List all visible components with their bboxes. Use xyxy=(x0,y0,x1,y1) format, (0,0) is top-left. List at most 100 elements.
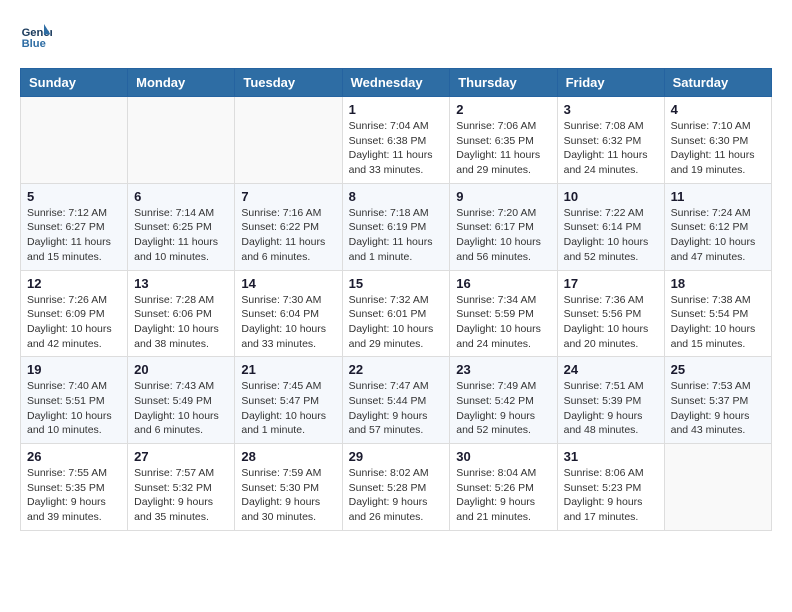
calendar-cell: 11 Sunrise: 7:24 AM Sunset: 6:12 PM Dayli… xyxy=(664,183,771,270)
day-number: 14 xyxy=(241,276,335,291)
day-number: 7 xyxy=(241,189,335,204)
day-info: Sunrise: 7:55 AM Sunset: 5:35 PM Dayligh… xyxy=(27,466,121,525)
day-info: Sunrise: 7:30 AM Sunset: 6:04 PM Dayligh… xyxy=(241,293,335,352)
calendar-cell: 25 Sunrise: 7:53 AM Sunset: 5:37 PM Dayli… xyxy=(664,357,771,444)
svg-text:Blue: Blue xyxy=(22,38,46,50)
day-number: 4 xyxy=(671,102,765,117)
day-info: Sunrise: 7:14 AM Sunset: 6:25 PM Dayligh… xyxy=(134,206,228,265)
day-header-friday: Friday xyxy=(557,69,664,97)
calendar-cell: 27Sunrise: 7:57 AM Sunset: 5:32 PM Dayli… xyxy=(128,444,235,531)
day-info: Sunrise: 7:18 AM Sunset: 6:19 PM Dayligh… xyxy=(349,206,444,265)
day-number: 10 xyxy=(564,189,658,204)
calendar-table: SundayMondayTuesdayWednesdayThursdayFrid… xyxy=(20,68,772,531)
day-info: Sunrise: 7:49 AM Sunset: 5:42 PM Dayligh… xyxy=(456,379,550,438)
day-info: Sunrise: 7:51 AM Sunset: 5:39 PM Dayligh… xyxy=(564,379,658,438)
day-number: 9 xyxy=(456,189,550,204)
day-info: Sunrise: 8:04 AM Sunset: 5:26 PM Dayligh… xyxy=(456,466,550,525)
day-number: 17 xyxy=(564,276,658,291)
day-info: Sunrise: 7:10 AM Sunset: 6:30 PM Dayligh… xyxy=(671,119,765,178)
calendar-cell: 29 Sunrise: 8:02 AM Sunset: 5:28 PM Dayli… xyxy=(342,444,450,531)
day-number: 25 xyxy=(671,362,765,377)
day-header-saturday: Saturday xyxy=(664,69,771,97)
calendar-cell: 8 Sunrise: 7:18 AM Sunset: 6:19 PM Daylig… xyxy=(342,183,450,270)
day-number: 30 xyxy=(456,449,550,464)
calendar-cell: 21 Sunrise: 7:45 AM Sunset: 5:47 PM Dayli… xyxy=(235,357,342,444)
calendar-cell: 24 Sunrise: 7:51 AM Sunset: 5:39 PM Dayli… xyxy=(557,357,664,444)
calendar-cell: 28 Sunrise: 7:59 AM Sunset: 5:30 PM Dayli… xyxy=(235,444,342,531)
day-number: 18 xyxy=(671,276,765,291)
day-info: Sunrise: 7:24 AM Sunset: 6:12 PM Dayligh… xyxy=(671,206,765,265)
day-info: Sunrise: 7:28 AM Sunset: 6:06 PM Dayligh… xyxy=(134,293,228,352)
week-row-4: 19 Sunrise: 7:40 AM Sunset: 5:51 PM Dayli… xyxy=(21,357,772,444)
week-row-5: 26 Sunrise: 7:55 AM Sunset: 5:35 PM Dayli… xyxy=(21,444,772,531)
calendar-cell xyxy=(664,444,771,531)
day-info: Sunrise: 7:47 AM Sunset: 5:44 PM Dayligh… xyxy=(349,379,444,438)
day-number: 3 xyxy=(564,102,658,117)
day-header-sunday: Sunday xyxy=(21,69,128,97)
day-info: Sunrise: 7:22 AM Sunset: 6:14 PM Dayligh… xyxy=(564,206,658,265)
day-info: Sunrise: 7:16 AM Sunset: 6:22 PM Dayligh… xyxy=(241,206,335,265)
day-info: Sunrise: 7:04 AM Sunset: 6:38 PM Dayligh… xyxy=(349,119,444,178)
day-number: 15 xyxy=(349,276,444,291)
calendar-cell: 15 Sunrise: 7:32 AM Sunset: 6:01 PM Dayli… xyxy=(342,270,450,357)
day-number: 2 xyxy=(456,102,550,117)
calendar-cell: 17Sunrise: 7:36 AM Sunset: 5:56 PM Dayli… xyxy=(557,270,664,357)
day-number: 24 xyxy=(564,362,658,377)
day-number: 19 xyxy=(27,362,121,377)
calendar-cell: 7 Sunrise: 7:16 AM Sunset: 6:22 PM Daylig… xyxy=(235,183,342,270)
day-info: Sunrise: 7:53 AM Sunset: 5:37 PM Dayligh… xyxy=(671,379,765,438)
day-info: Sunrise: 7:12 AM Sunset: 6:27 PM Dayligh… xyxy=(27,206,121,265)
day-info: Sunrise: 7:38 AM Sunset: 5:54 PM Dayligh… xyxy=(671,293,765,352)
calendar-cell: 26 Sunrise: 7:55 AM Sunset: 5:35 PM Dayli… xyxy=(21,444,128,531)
day-info: Sunrise: 7:34 AM Sunset: 5:59 PM Dayligh… xyxy=(456,293,550,352)
day-info: Sunrise: 7:06 AM Sunset: 6:35 PM Dayligh… xyxy=(456,119,550,178)
day-info: Sunrise: 7:45 AM Sunset: 5:47 PM Dayligh… xyxy=(241,379,335,438)
calendar-cell xyxy=(128,97,235,184)
calendar-cell: 23 Sunrise: 7:49 AM Sunset: 5:42 PM Dayli… xyxy=(450,357,557,444)
calendar-cell: 20Sunrise: 7:43 AM Sunset: 5:49 PM Dayli… xyxy=(128,357,235,444)
logo: General Blue xyxy=(20,20,56,52)
calendar-cell: 30 Sunrise: 8:04 AM Sunset: 5:26 PM Dayli… xyxy=(450,444,557,531)
calendar-cell: 2 Sunrise: 7:06 AM Sunset: 6:35 PM Daylig… xyxy=(450,97,557,184)
day-header-monday: Monday xyxy=(128,69,235,97)
day-number: 6 xyxy=(134,189,228,204)
day-info: Sunrise: 7:08 AM Sunset: 6:32 PM Dayligh… xyxy=(564,119,658,178)
day-number: 13 xyxy=(134,276,228,291)
day-info: Sunrise: 7:40 AM Sunset: 5:51 PM Dayligh… xyxy=(27,379,121,438)
week-row-3: 12Sunrise: 7:26 AM Sunset: 6:09 PM Dayli… xyxy=(21,270,772,357)
calendar-cell: 19 Sunrise: 7:40 AM Sunset: 5:51 PM Dayli… xyxy=(21,357,128,444)
calendar-cell: 22 Sunrise: 7:47 AM Sunset: 5:44 PM Dayli… xyxy=(342,357,450,444)
calendar-cell: 1Sunrise: 7:04 AM Sunset: 6:38 PM Daylig… xyxy=(342,97,450,184)
day-info: Sunrise: 7:59 AM Sunset: 5:30 PM Dayligh… xyxy=(241,466,335,525)
page-header: General Blue xyxy=(20,20,772,52)
day-number: 11 xyxy=(671,189,765,204)
calendar-cell: 31 Sunrise: 8:06 AM Sunset: 5:23 PM Dayli… xyxy=(557,444,664,531)
day-number: 23 xyxy=(456,362,550,377)
calendar-header-row: SundayMondayTuesdayWednesdayThursdayFrid… xyxy=(21,69,772,97)
day-number: 5 xyxy=(27,189,121,204)
day-info: Sunrise: 7:32 AM Sunset: 6:01 PM Dayligh… xyxy=(349,293,444,352)
calendar-cell xyxy=(235,97,342,184)
calendar-cell: 18 Sunrise: 7:38 AM Sunset: 5:54 PM Dayli… xyxy=(664,270,771,357)
day-number: 16 xyxy=(456,276,550,291)
calendar-cell: 10 Sunrise: 7:22 AM Sunset: 6:14 PM Dayli… xyxy=(557,183,664,270)
day-info: Sunrise: 8:02 AM Sunset: 5:28 PM Dayligh… xyxy=(349,466,444,525)
day-number: 26 xyxy=(27,449,121,464)
day-info: Sunrise: 7:20 AM Sunset: 6:17 PM Dayligh… xyxy=(456,206,550,265)
day-info: Sunrise: 7:43 AM Sunset: 5:49 PM Dayligh… xyxy=(134,379,228,438)
calendar-cell: 9 Sunrise: 7:20 AM Sunset: 6:17 PM Daylig… xyxy=(450,183,557,270)
day-header-wednesday: Wednesday xyxy=(342,69,450,97)
calendar-cell: 12Sunrise: 7:26 AM Sunset: 6:09 PM Dayli… xyxy=(21,270,128,357)
day-number: 29 xyxy=(349,449,444,464)
logo-icon: General Blue xyxy=(20,20,52,52)
day-number: 8 xyxy=(349,189,444,204)
day-number: 28 xyxy=(241,449,335,464)
calendar-cell xyxy=(21,97,128,184)
calendar-cell: 14 Sunrise: 7:30 AM Sunset: 6:04 PM Dayli… xyxy=(235,270,342,357)
day-number: 21 xyxy=(241,362,335,377)
day-number: 31 xyxy=(564,449,658,464)
day-number: 22 xyxy=(349,362,444,377)
calendar-cell: 16 Sunrise: 7:34 AM Sunset: 5:59 PM Dayli… xyxy=(450,270,557,357)
week-row-2: 5 Sunrise: 7:12 AM Sunset: 6:27 PM Daylig… xyxy=(21,183,772,270)
day-info: Sunrise: 8:06 AM Sunset: 5:23 PM Dayligh… xyxy=(564,466,658,525)
